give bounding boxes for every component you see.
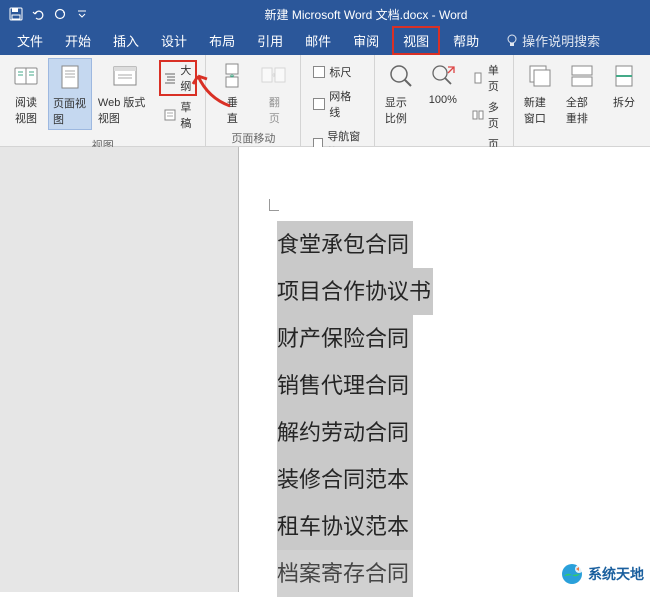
web-layout-label: Web 版式视图 <box>98 94 152 126</box>
split-button[interactable]: 拆分 <box>604 58 644 112</box>
checkbox-icon <box>313 98 325 110</box>
undo-icon[interactable] <box>30 6 46 22</box>
document-page[interactable]: 食堂承包合同 项目合作协议书 财产保险合同 销售代理合同 解约劳动合同 装修合同… <box>238 147 650 592</box>
side-label: 翻 页 <box>269 94 280 126</box>
qat-customize-icon[interactable] <box>74 6 90 22</box>
arrange-button[interactable]: 全部重排 <box>562 58 602 128</box>
outline-label: 大纲 <box>180 62 193 94</box>
zoom-icon <box>385 60 417 92</box>
ribbon-group-zoom: 显示比例 100% 单页 多页 页宽 <box>375 55 514 146</box>
menu-design[interactable]: 设计 <box>150 26 198 55</box>
menu-mailings[interactable]: 邮件 <box>294 26 342 55</box>
group-pagemove-label: 页面移动 <box>212 128 294 149</box>
redo-icon[interactable] <box>52 6 68 22</box>
print-layout-button[interactable]: 页面视图 <box>48 58 92 130</box>
ruler-label: 标尺 <box>329 64 351 80</box>
text-line[interactable]: 销售代理合同 <box>277 362 413 409</box>
multipage-icon <box>471 107 485 123</box>
text-line[interactable]: 项目合作协议书 <box>277 268 433 315</box>
vertical-label: 垂 直 <box>227 94 238 126</box>
side-icon <box>258 60 290 92</box>
side-button[interactable]: 翻 页 <box>254 58 294 128</box>
text-line[interactable]: 解约劳动合同 <box>277 409 413 456</box>
print-layout-label: 页面视图 <box>53 95 87 127</box>
text-line[interactable]: 财产保险合同 <box>277 315 413 362</box>
arrange-label: 全部重排 <box>566 94 598 126</box>
onepage-label: 单页 <box>488 62 501 94</box>
outline-button[interactable]: 大纲 <box>159 60 197 96</box>
newwindow-button[interactable]: 新建窗口 <box>520 58 560 128</box>
menu-view[interactable]: 视图 <box>392 26 440 55</box>
document-area: 食堂承包合同 项目合作协议书 财产保险合同 销售代理合同 解约劳动合同 装修合同… <box>0 147 650 592</box>
menu-bar: 文件 开始 插入 设计 布局 引用 邮件 审阅 视图 帮助 操作说明搜索 <box>0 28 650 55</box>
watermark: 系统天地 <box>560 562 644 586</box>
onepage-button[interactable]: 单页 <box>467 60 505 96</box>
checkbox-icon <box>313 66 325 78</box>
text-line[interactable]: 档案寄存合同 <box>277 550 413 597</box>
text-line[interactable]: 装修合同范本 <box>277 456 413 503</box>
onepage-icon <box>471 70 485 86</box>
newwindow-label: 新建窗口 <box>524 94 556 126</box>
draft-button[interactable]: 草稿 <box>159 97 197 133</box>
print-layout-icon <box>54 61 86 93</box>
cursor-indicator <box>269 199 279 211</box>
save-icon[interactable] <box>8 6 24 22</box>
title-bar: 新建 Microsoft Word 文档.docx - Word <box>0 0 650 28</box>
text-line[interactable]: 租车协议范本 <box>277 503 413 550</box>
globe-icon <box>560 562 584 586</box>
menu-insert[interactable]: 插入 <box>102 26 150 55</box>
text-line[interactable]: 食堂承包合同 <box>277 221 413 268</box>
draft-icon <box>163 107 177 123</box>
zoom-label: 显示比例 <box>385 94 417 126</box>
ribbon-group-pagemove: 垂 直 翻 页 页面移动 <box>206 55 301 146</box>
multipage-button[interactable]: 多页 <box>467 97 505 133</box>
read-mode-label: 阅读 视图 <box>15 94 37 126</box>
menu-home[interactable]: 开始 <box>54 26 102 55</box>
lightbulb-icon <box>506 34 518 48</box>
hundred-label: 100% <box>429 94 457 106</box>
menu-layout[interactable]: 布局 <box>198 26 246 55</box>
window-title: 新建 Microsoft Word 文档.docx - Word <box>90 6 642 23</box>
draft-label: 草稿 <box>180 99 193 131</box>
menu-help[interactable]: 帮助 <box>442 26 490 55</box>
watermark-text: 系统天地 <box>588 564 644 584</box>
zoom-button[interactable]: 显示比例 <box>381 58 421 128</box>
hundred-button[interactable]: 100% <box>423 58 463 108</box>
menu-review[interactable]: 审阅 <box>342 26 390 55</box>
ribbon-group-views: 阅读 视图 页面视图 Web 版式视图 大纲 <box>0 55 206 146</box>
web-layout-icon <box>109 60 141 92</box>
gridlines-checkbox[interactable]: 网格线 <box>309 86 365 122</box>
tell-me-search[interactable]: 操作说明搜索 <box>498 26 608 55</box>
web-layout-button[interactable]: Web 版式视图 <box>94 58 156 128</box>
menu-file[interactable]: 文件 <box>6 26 54 55</box>
vertical-icon <box>216 60 248 92</box>
ribbon: 阅读 视图 页面视图 Web 版式视图 大纲 <box>0 55 650 147</box>
ribbon-group-window: 新建窗口 全部重排 拆分 <box>514 55 650 146</box>
quick-access-toolbar <box>8 6 90 22</box>
hundred-icon <box>427 60 459 92</box>
ribbon-group-show: 标尺 网格线 导航窗格 显示 <box>301 55 374 146</box>
arrange-icon <box>566 60 598 92</box>
multipage-label: 多页 <box>488 99 501 131</box>
read-mode-button[interactable]: 阅读 视图 <box>6 58 46 128</box>
tell-me-label: 操作说明搜索 <box>522 31 600 50</box>
gridlines-label: 网格线 <box>329 88 362 120</box>
menu-references[interactable]: 引用 <box>246 26 294 55</box>
document-content: 食堂承包合同 项目合作协议书 财产保险合同 销售代理合同 解约劳动合同 装修合同… <box>277 221 433 597</box>
read-mode-icon <box>10 60 42 92</box>
page-gutter <box>0 147 238 592</box>
ruler-checkbox[interactable]: 标尺 <box>309 62 365 82</box>
newwindow-icon <box>524 60 556 92</box>
outline-icon <box>163 70 177 86</box>
split-icon <box>608 60 640 92</box>
vertical-button[interactable]: 垂 直 <box>212 58 252 128</box>
split-label: 拆分 <box>613 94 635 110</box>
